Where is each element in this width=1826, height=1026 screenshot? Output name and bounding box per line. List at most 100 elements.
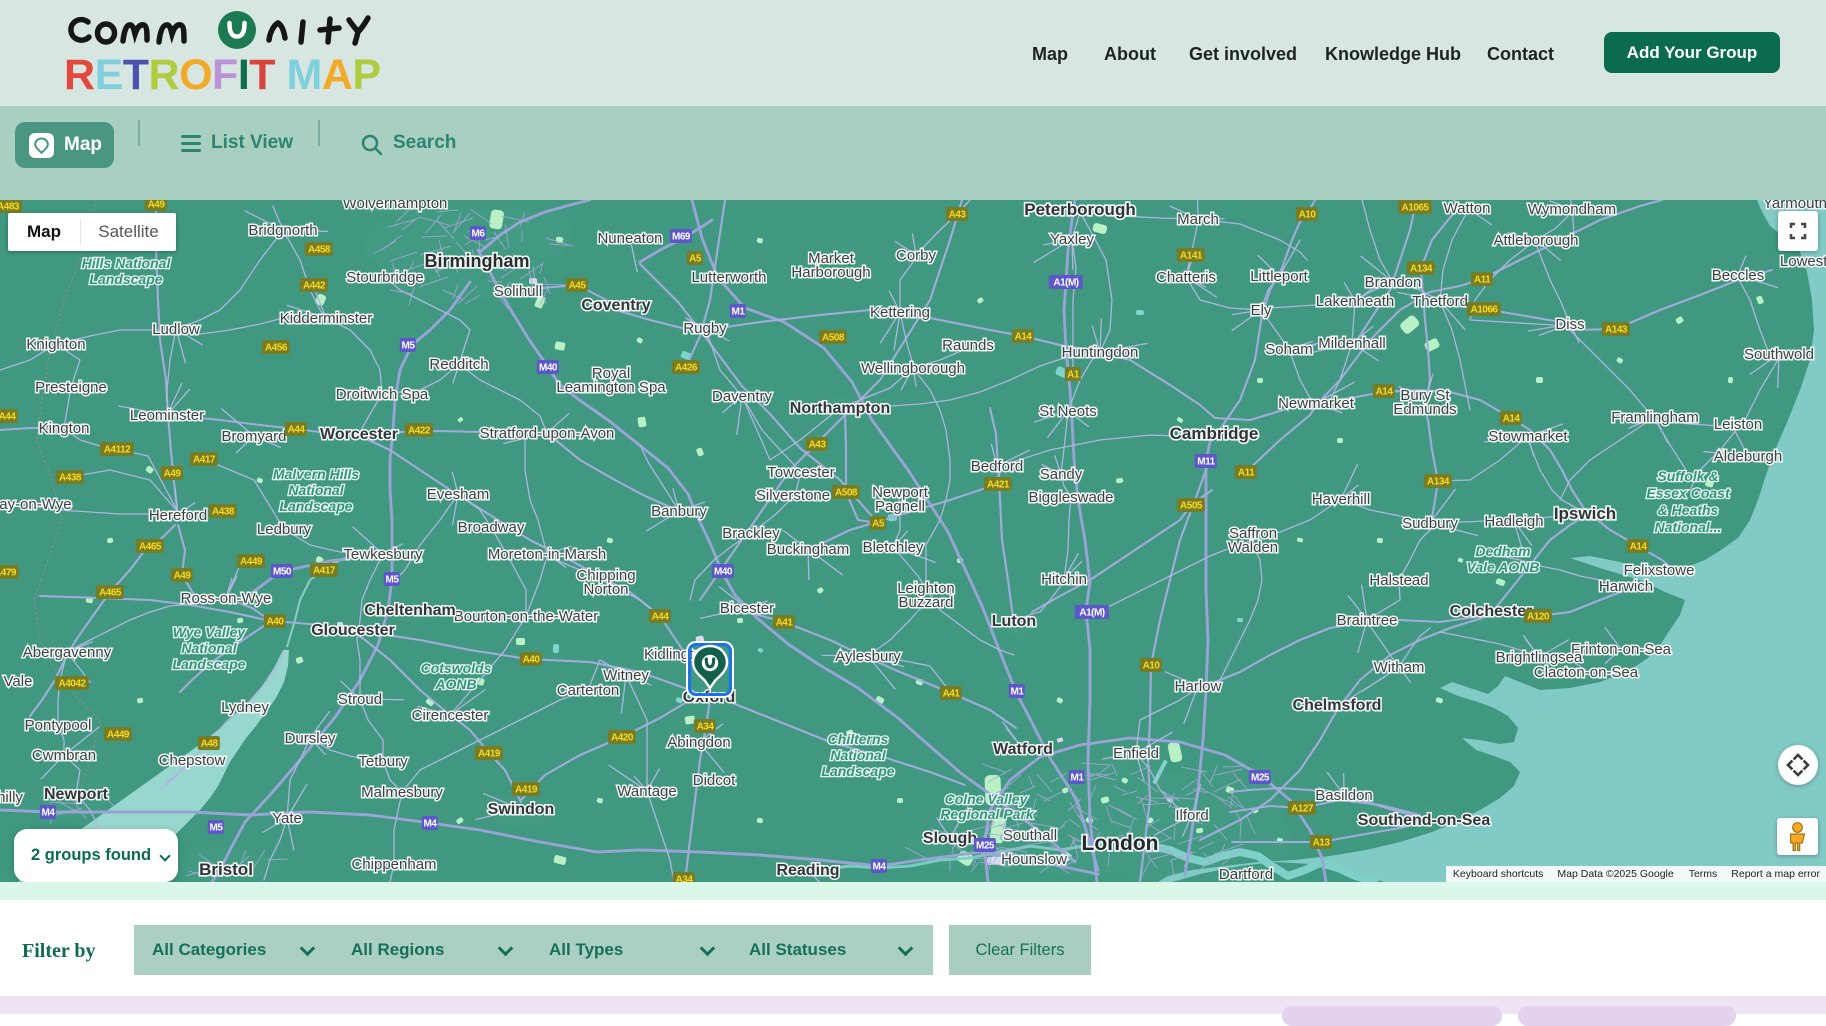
svg-text:National: National	[181, 640, 237, 656]
svg-text:A420: A420	[611, 733, 634, 744]
svg-text:A14: A14	[1015, 332, 1033, 343]
svg-text:A1(M): A1(M)	[1079, 608, 1104, 619]
svg-text:Vale AONB: Vale AONB	[1467, 559, 1540, 575]
svg-text:Sandy: Sandy	[1040, 466, 1083, 483]
svg-text:Bourton-on-the-Water: Bourton-on-the-Water	[454, 608, 599, 625]
svg-text:Enfield: Enfield	[1113, 745, 1159, 762]
svg-text:M5: M5	[402, 341, 416, 352]
svg-text:Broadway: Broadway	[458, 519, 525, 536]
svg-text:A479: A479	[0, 568, 17, 579]
svg-text:Harlow: Harlow	[1175, 678, 1222, 695]
svg-text:M4: M4	[424, 819, 438, 830]
svg-text:Reading: Reading	[776, 862, 839, 879]
svg-text:Littleport: Littleport	[1250, 268, 1308, 285]
svg-text:A48: A48	[201, 739, 219, 750]
svg-text:Basildon: Basildon	[1315, 787, 1373, 804]
svg-text:Beccles: Beccles	[1712, 267, 1765, 284]
svg-text:A438: A438	[59, 473, 82, 484]
svg-text:Didcot: Didcot	[693, 772, 736, 789]
svg-text:Birmingham: Birmingham	[424, 251, 529, 271]
svg-text:A14: A14	[1630, 542, 1648, 553]
svg-text:Hay-on-Wye: Hay-on-Wye	[0, 496, 72, 513]
svg-text:A419: A419	[478, 749, 501, 760]
svg-text:Felixstowe: Felixstowe	[1624, 562, 1695, 579]
svg-text:National...: National...	[1655, 519, 1722, 535]
svg-text:Wye Valley: Wye Valley	[173, 624, 247, 640]
svg-text:Rugby: Rugby	[683, 320, 727, 337]
svg-text:A449: A449	[240, 557, 263, 568]
svg-text:M4: M4	[42, 808, 56, 819]
svg-text:A134: A134	[1410, 264, 1433, 275]
svg-text:Biggleswade: Biggleswade	[1028, 489, 1113, 506]
svg-text:Bristol: Bristol	[199, 860, 253, 879]
svg-text:A34: A34	[676, 875, 694, 883]
svg-text:A438: A438	[212, 507, 235, 518]
svg-text:A4042: A4042	[59, 679, 87, 690]
svg-text:National: National	[288, 482, 344, 498]
svg-text:Essex Coast: Essex Coast	[1646, 485, 1731, 501]
svg-text:Framlingham: Framlingham	[1611, 409, 1699, 426]
svg-text:Solihull: Solihull	[494, 283, 542, 300]
svg-text:M1: M1	[1071, 773, 1085, 784]
svg-text:Sudbury: Sudbury	[1402, 515, 1458, 532]
svg-text:Wantage: Wantage	[617, 783, 676, 800]
svg-text:Yaxley: Yaxley	[1050, 231, 1094, 248]
svg-text:A4112: A4112	[104, 445, 131, 456]
svg-text:Silverstone: Silverstone	[756, 487, 830, 504]
svg-text:Hitchin: Hitchin	[1041, 571, 1087, 588]
svg-text:A417: A417	[313, 566, 336, 577]
svg-text:Hereford: Hereford	[149, 507, 207, 524]
svg-text:A49: A49	[164, 469, 182, 480]
svg-text:Landscape: Landscape	[89, 271, 162, 287]
svg-text:A11: A11	[1474, 275, 1491, 286]
svg-text:Chippenham: Chippenham	[351, 856, 436, 873]
svg-text:M1: M1	[732, 307, 746, 318]
svg-text:Mildenhall: Mildenhall	[1318, 335, 1386, 352]
svg-text:A134: A134	[1427, 477, 1450, 488]
svg-text:A1: A1	[1067, 370, 1080, 381]
svg-text:Chatteris: Chatteris	[1156, 269, 1216, 286]
svg-text:A141: A141	[1180, 251, 1203, 262]
svg-text:Southend-on-Sea: Southend-on-Sea	[1358, 812, 1491, 829]
svg-text:Ilford: Ilford	[1175, 807, 1208, 824]
svg-text:Witham: Witham	[1374, 659, 1425, 676]
svg-text:A49: A49	[148, 200, 166, 211]
svg-text:Chilterns: Chilterns	[828, 731, 889, 747]
svg-text:M40: M40	[539, 363, 558, 374]
svg-text:Aldeburgh: Aldeburgh	[1714, 448, 1782, 465]
svg-text:Chelmsford: Chelmsford	[1293, 697, 1382, 714]
svg-text:Cirencester: Cirencester	[412, 707, 489, 724]
svg-text:A44: A44	[0, 412, 16, 423]
svg-text:A120: A120	[1527, 612, 1550, 623]
svg-text:Kington: Kington	[39, 420, 90, 437]
svg-text:Towcester: Towcester	[767, 464, 835, 481]
svg-text:Colne Valley: Colne Valley	[945, 791, 1029, 807]
svg-text:Dedham: Dedham	[1475, 543, 1530, 559]
svg-text:A13: A13	[1313, 838, 1331, 849]
svg-text:M1: M1	[1011, 687, 1025, 698]
svg-text:Landscape: Landscape	[821, 763, 894, 779]
svg-text:A127: A127	[1291, 804, 1314, 815]
svg-text:A43: A43	[949, 210, 967, 221]
svg-text:A449: A449	[107, 730, 130, 741]
svg-text:Watton: Watton	[1444, 200, 1491, 217]
svg-text:Huntingdon: Huntingdon	[1062, 344, 1139, 361]
svg-text:M50: M50	[273, 567, 292, 578]
svg-text:Harborough: Harborough	[791, 264, 870, 281]
svg-text:Norton: Norton	[583, 581, 628, 598]
svg-text:Landscape: Landscape	[279, 498, 352, 514]
svg-text:Harwich: Harwich	[1599, 578, 1653, 595]
svg-text:Dartford: Dartford	[1219, 866, 1273, 882]
svg-text:Malvern Hills: Malvern Hills	[273, 466, 360, 482]
svg-text:Lakenheath: Lakenheath	[1316, 293, 1394, 310]
svg-text:A508: A508	[822, 333, 845, 344]
svg-text:Dursley: Dursley	[285, 730, 336, 747]
svg-text:Presteigne: Presteigne	[35, 379, 107, 396]
svg-text:M69: M69	[672, 232, 691, 243]
svg-text:Hills National: Hills National	[82, 255, 172, 271]
svg-text:hilly: hilly	[0, 789, 23, 806]
svg-text:Tetbury: Tetbury	[358, 753, 408, 770]
svg-text:Abergavenny: Abergavenny	[23, 644, 112, 661]
svg-text:A1(M): A1(M)	[1053, 278, 1078, 289]
svg-text:Southwold: Southwold	[1744, 346, 1814, 363]
